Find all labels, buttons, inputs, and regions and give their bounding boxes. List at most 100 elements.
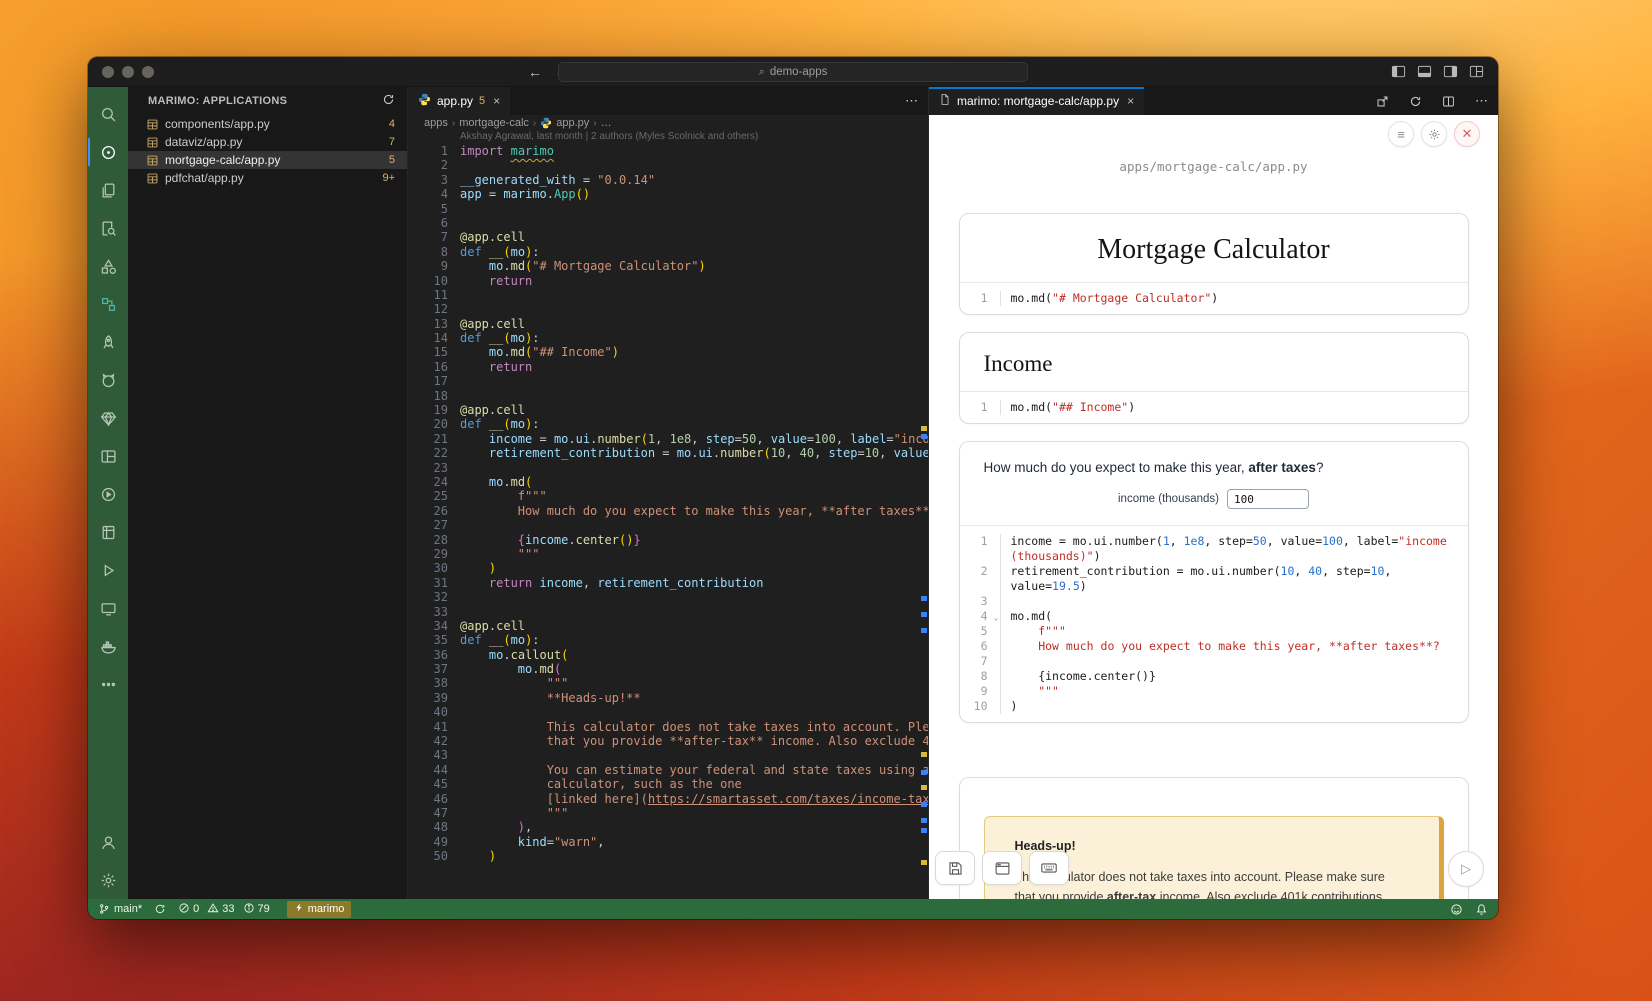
command-center-search[interactable]: ⌕ demo-apps bbox=[558, 62, 1028, 82]
code-line[interactable]: 23 bbox=[408, 461, 928, 475]
editor-layout-icon[interactable] bbox=[1469, 64, 1484, 79]
shutdown-icon[interactable]: ✕ bbox=[1454, 121, 1480, 147]
code-line[interactable]: 28 {income.center()} bbox=[408, 533, 928, 547]
code-line[interactable]: 30 ) bbox=[408, 561, 928, 575]
problems-item[interactable]: 0 33 79 bbox=[178, 902, 275, 917]
shapes-icon[interactable] bbox=[88, 247, 128, 285]
code-line[interactable]: 45 calculator, such as the one bbox=[408, 777, 928, 791]
layout-icon[interactable] bbox=[88, 437, 128, 475]
keyboard-shortcuts-button[interactable] bbox=[1029, 851, 1069, 885]
income-input[interactable] bbox=[1227, 489, 1309, 509]
marimo-icon[interactable] bbox=[88, 133, 128, 171]
code-line[interactable]: 3__generated_with = "0.0.14" bbox=[408, 173, 928, 187]
code-line[interactable]: 44 You can estimate your federal and sta… bbox=[408, 763, 928, 777]
tab-marimo-preview[interactable]: marimo: mortgage-calc/app.py × bbox=[929, 87, 1144, 115]
refresh-icon[interactable] bbox=[382, 93, 395, 109]
code-line[interactable]: 22 retirement_contribution = mo.ui.numbe… bbox=[408, 446, 928, 460]
sidebar-item-pdfchat[interactable]: pdfchat/app.py9+ bbox=[128, 169, 407, 187]
editor-actions-more-icon[interactable]: ⋯ bbox=[895, 87, 928, 115]
explorer-pages-icon[interactable] bbox=[88, 171, 128, 209]
code-line[interactable]: 41 This calculator does not take taxes i… bbox=[408, 720, 928, 734]
account-icon[interactable] bbox=[88, 823, 128, 861]
close-window-icon[interactable] bbox=[102, 66, 114, 78]
settings-icon[interactable] bbox=[1421, 121, 1447, 147]
code-line[interactable]: 2 bbox=[408, 158, 928, 172]
code-line[interactable]: 38 """ bbox=[408, 676, 928, 690]
breadcrumb[interactable]: apps›mortgage-calc›app.py›… bbox=[408, 115, 928, 131]
run-icon[interactable] bbox=[88, 551, 128, 589]
tab-app-py[interactable]: app.py 5 × bbox=[408, 87, 510, 115]
code-line[interactable]: 47 """ bbox=[408, 806, 928, 820]
breadcrumb-item[interactable]: apps bbox=[424, 117, 448, 129]
marimo-status-item[interactable]: marimo bbox=[287, 901, 352, 918]
devices-icon[interactable] bbox=[88, 589, 128, 627]
code-line[interactable]: 4app = marimo.App() bbox=[408, 187, 928, 201]
docker-icon[interactable] bbox=[88, 627, 128, 665]
code-line[interactable]: 19@app.cell bbox=[408, 403, 928, 417]
sidebar-item-components[interactable]: components/app.py4 bbox=[128, 115, 407, 133]
code-line[interactable]: 16 return bbox=[408, 360, 928, 374]
code-editor[interactable]: 1import marimo23__generated_with = "0.0.… bbox=[408, 144, 928, 899]
code-line[interactable]: 42 that you provide **after-tax** income… bbox=[408, 734, 928, 748]
code-line[interactable]: 20def __(mo): bbox=[408, 417, 928, 431]
code-line[interactable]: 37 mo.md( bbox=[408, 662, 928, 676]
close-preview-tab-icon[interactable]: × bbox=[1127, 94, 1134, 108]
pipeline-icon[interactable] bbox=[88, 285, 128, 323]
code-line[interactable]: 14def __(mo): bbox=[408, 331, 928, 345]
toggle-primary-sidebar-icon[interactable] bbox=[1391, 64, 1406, 79]
back-arrow-icon[interactable]: ← bbox=[526, 63, 544, 81]
code-line[interactable]: 35def __(mo): bbox=[408, 633, 928, 647]
code-line[interactable]: 7@app.cell bbox=[408, 230, 928, 244]
zoom-window-icon[interactable] bbox=[142, 66, 154, 78]
code-line[interactable]: 43 bbox=[408, 748, 928, 762]
search-icon[interactable] bbox=[88, 95, 128, 133]
more-actions-icon[interactable]: ⋯ bbox=[1465, 87, 1498, 115]
cell-code[interactable]: 1mo.md("## Income") bbox=[960, 392, 1468, 423]
code-line[interactable]: 21 income = mo.ui.number(1, 1e8, step=50… bbox=[408, 432, 928, 446]
sync-changes-item[interactable] bbox=[154, 903, 166, 915]
feedback-smiley-icon[interactable] bbox=[1450, 903, 1463, 916]
code-line[interactable]: 5 bbox=[408, 202, 928, 216]
breadcrumb-item[interactable]: … bbox=[601, 117, 612, 129]
code-line[interactable]: 25 f""" bbox=[408, 489, 928, 503]
code-line[interactable]: 33 bbox=[408, 605, 928, 619]
code-line[interactable]: 1import marimo bbox=[408, 144, 928, 158]
code-line[interactable]: 9 mo.md("# Mortgage Calculator") bbox=[408, 259, 928, 273]
code-line[interactable]: 8def __(mo): bbox=[408, 245, 928, 259]
code-line[interactable]: 12 bbox=[408, 302, 928, 316]
code-line[interactable]: 32 bbox=[408, 590, 928, 604]
code-line[interactable]: 50 ) bbox=[408, 849, 928, 863]
code-line[interactable]: 18 bbox=[408, 389, 928, 403]
code-line[interactable]: 29 """ bbox=[408, 547, 928, 561]
code-line[interactable]: 46 [linked here](https://smartasset.com/… bbox=[408, 792, 928, 806]
reload-preview-icon[interactable] bbox=[1399, 87, 1432, 115]
code-line[interactable]: 40 bbox=[408, 705, 928, 719]
git-branch-item[interactable]: main* bbox=[98, 903, 142, 915]
code-line[interactable]: 10 return bbox=[408, 274, 928, 288]
breadcrumb-item[interactable]: mortgage-calc bbox=[459, 117, 529, 129]
save-button[interactable] bbox=[935, 851, 975, 885]
close-tab-icon[interactable]: × bbox=[493, 94, 500, 108]
code-line[interactable]: 11 bbox=[408, 288, 928, 302]
code-line[interactable]: 6 bbox=[408, 216, 928, 230]
sidebar-item-mortgage-calc[interactable]: mortgage-calc/app.py5 bbox=[128, 151, 407, 169]
code-line[interactable]: 36 mo.callout( bbox=[408, 648, 928, 662]
rocket-icon[interactable] bbox=[88, 323, 128, 361]
search-document-icon[interactable] bbox=[88, 209, 128, 247]
toggle-panel-icon[interactable] bbox=[1417, 64, 1432, 79]
breadcrumb-item[interactable]: app.py bbox=[556, 117, 589, 129]
cell-code[interactable]: 1income = mo.ui.number(1, 1e8, step=50, … bbox=[960, 526, 1468, 722]
menu-icon[interactable]: ≡ bbox=[1388, 121, 1414, 147]
code-line[interactable]: 49 kind="warn", bbox=[408, 835, 928, 849]
minimize-window-icon[interactable] bbox=[122, 66, 134, 78]
settings-gear-icon[interactable] bbox=[88, 861, 128, 899]
code-line[interactable]: 31 return income, retirement_contributio… bbox=[408, 576, 928, 590]
open-browser-button[interactable] bbox=[982, 851, 1022, 885]
split-editor-icon[interactable] bbox=[1432, 87, 1465, 115]
sidebar-item-dataviz[interactable]: dataviz/app.py7 bbox=[128, 133, 407, 151]
code-line[interactable]: 34@app.cell bbox=[408, 619, 928, 633]
notebook-icon[interactable] bbox=[88, 513, 128, 551]
code-line[interactable]: 24 mo.md( bbox=[408, 475, 928, 489]
code-line[interactable]: 27 bbox=[408, 518, 928, 532]
code-line[interactable]: 26 How much do you expect to make this y… bbox=[408, 504, 928, 518]
